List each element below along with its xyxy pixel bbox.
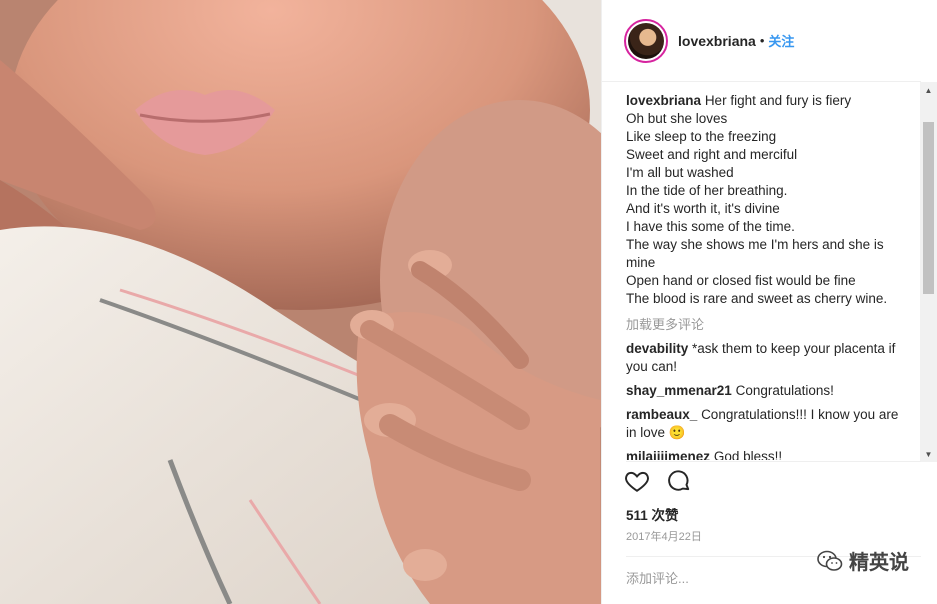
post-detail-panel: lovexbriana • 关注 lovexbriana Her fight a… bbox=[601, 0, 937, 604]
caption-line: I have this some of the time. bbox=[626, 219, 795, 234]
load-more-comments-link[interactable]: 加载更多评论 bbox=[626, 316, 912, 334]
separator-dot: • bbox=[759, 33, 765, 48]
scrollbar-thumb[interactable] bbox=[923, 122, 934, 294]
comment-username[interactable]: rambeaux_ bbox=[626, 407, 697, 422]
caption: lovexbriana Her fight and fury is fiery … bbox=[626, 92, 912, 308]
newborn-photo-illustration bbox=[0, 0, 601, 604]
caption-line: In the tide of her breathing. bbox=[626, 183, 788, 198]
comment-item: milajijimenez God bless!! bbox=[626, 448, 912, 460]
follow-button[interactable]: 关注 bbox=[768, 31, 794, 50]
heart-icon[interactable] bbox=[624, 468, 650, 494]
avatar[interactable] bbox=[624, 18, 668, 63]
caption-line: Her fight and fury is fiery bbox=[704, 93, 852, 108]
caption-line: Open hand or closed fist would be fine bbox=[626, 273, 856, 288]
caption-line: The blood is rare and sweet as cherry wi… bbox=[626, 291, 888, 306]
caption-line: The way she shows me I'm hers and she is… bbox=[626, 237, 888, 270]
comment-username[interactable]: devability bbox=[626, 341, 688, 356]
caption-line: Oh but she loves bbox=[626, 111, 728, 126]
divider bbox=[626, 461, 921, 462]
username-link[interactable]: lovexbriana bbox=[678, 33, 756, 49]
scroll-down-arrow-icon[interactable]: ▼ bbox=[920, 446, 937, 462]
caption-line: Like sleep to the freezing bbox=[626, 129, 777, 144]
watermark: 精英说 bbox=[817, 546, 909, 575]
comment-item: rambeaux_ Congratulations!!! I know you … bbox=[626, 406, 912, 442]
caption-line: And it's worth it, it's divine bbox=[626, 201, 780, 216]
comment-item: shay_mmenar21 Congratulations! bbox=[626, 382, 912, 400]
comment-icon[interactable] bbox=[666, 468, 692, 494]
comment-text: God bless!! bbox=[713, 449, 783, 460]
caption-line: I'm all but washed bbox=[626, 165, 734, 180]
wechat-icon bbox=[817, 550, 843, 571]
post-header: lovexbriana • 关注 bbox=[602, 0, 921, 82]
comment-username[interactable]: milajijimenez bbox=[626, 449, 710, 460]
post-date[interactable]: 2017年4月22日 bbox=[626, 528, 702, 544]
scroll-up-arrow-icon[interactable]: ▲ bbox=[920, 82, 937, 98]
caption-line: Sweet and right and merciful bbox=[626, 147, 798, 162]
likes-count[interactable]: 511 次赞 bbox=[626, 504, 679, 524]
comments-list[interactable]: lovexbriana Her fight and fury is fiery … bbox=[626, 92, 912, 460]
comment-item: devability *ask them to keep your placen… bbox=[626, 340, 912, 376]
comments-scrollbar[interactable]: ▲ ▼ bbox=[920, 82, 937, 462]
watermark-text: 精英说 bbox=[849, 552, 909, 574]
comment-username[interactable]: shay_mmenar21 bbox=[626, 383, 732, 398]
comment-text: Congratulations! bbox=[735, 383, 834, 398]
post-photo[interactable] bbox=[0, 0, 601, 604]
action-bar bbox=[624, 468, 692, 494]
caption-username[interactable]: lovexbriana bbox=[626, 93, 701, 108]
